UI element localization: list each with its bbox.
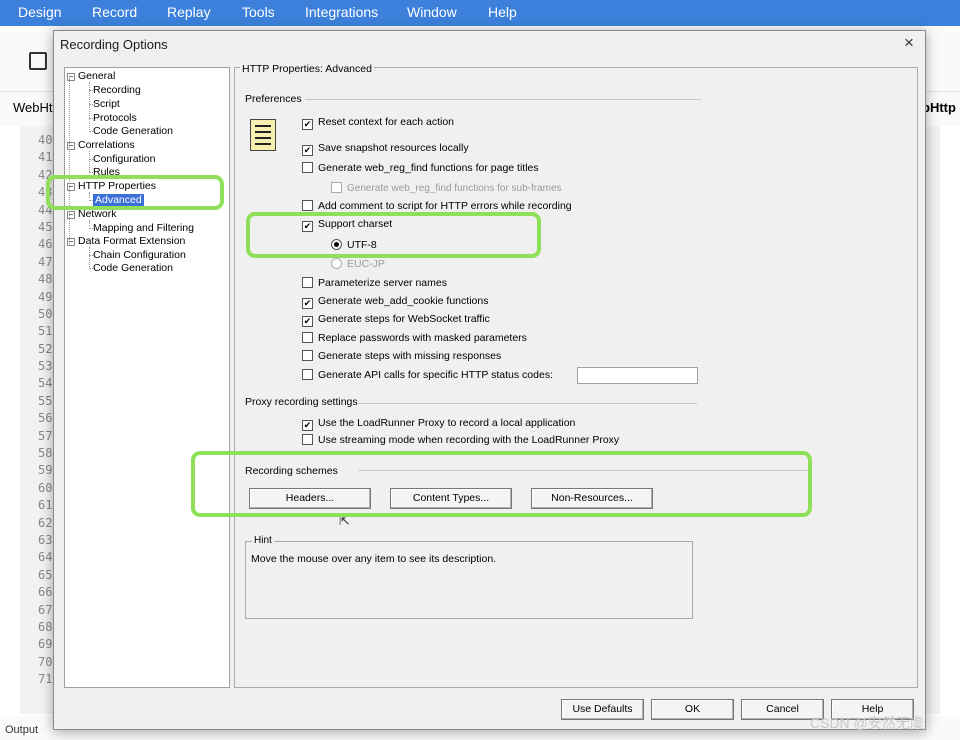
line-number: 56 xyxy=(38,411,53,426)
tree-item-mapping-filtering[interactable]: Mapping and Filtering xyxy=(93,222,194,234)
use-defaults-button[interactable]: Use Defaults xyxy=(561,699,644,720)
dialog-title: Recording Options xyxy=(60,37,168,52)
checkbox[interactable] xyxy=(302,200,313,211)
line-number: 59 xyxy=(38,463,53,478)
editor-tab-left[interactable]: WebHt xyxy=(13,100,53,115)
menu-help[interactable]: Help xyxy=(488,4,517,20)
tree-item-data-format-extension[interactable]: − Data Format Extension xyxy=(67,235,185,247)
checkbox[interactable] xyxy=(302,277,313,288)
refresh-script-icon[interactable] xyxy=(29,52,47,70)
panel-title: HTTP Properties: Advanced xyxy=(240,63,374,75)
checkbox[interactable]: ✔ xyxy=(302,316,313,327)
menu-integrations[interactable]: Integrations xyxy=(305,4,378,20)
line-number: 45 xyxy=(38,219,53,234)
hint-text: Move the mouse over any item to see its … xyxy=(251,553,497,565)
hint-label: Hint xyxy=(252,535,274,546)
line-number: 58 xyxy=(38,446,53,461)
tree-item-code-generation-2[interactable]: Code Generation xyxy=(93,262,173,274)
line-numbers: 40 41 42 43 44 45 46 47 48 49 50 51 52 53 54 55 56 57 58 59… xyxy=(38,132,52,689)
radio-button xyxy=(331,258,342,269)
menu-design[interactable]: Design xyxy=(18,4,62,20)
status-codes-input[interactable] xyxy=(577,367,698,384)
checkbox[interactable] xyxy=(302,350,313,361)
option-missing-responses[interactable]: Generate steps with missing responses xyxy=(302,350,501,362)
line-number: 50 xyxy=(38,306,53,321)
line-number: 66 xyxy=(38,585,53,600)
checkbox[interactable]: ✔ xyxy=(302,145,313,156)
option-reset-context[interactable]: ✔ Reset context for each action xyxy=(302,116,454,130)
option-save-snapshot[interactable]: ✔ Save snapshot resources locally xyxy=(302,142,469,156)
line-number: 70 xyxy=(38,654,53,669)
line-number: 41 xyxy=(38,150,53,165)
option-add-cookie[interactable]: ✔ Generate web_add_cookie functions xyxy=(302,295,488,309)
preferences-checklist-icon xyxy=(250,119,276,151)
highlight-recording-schemes xyxy=(191,451,812,517)
line-number: 51 xyxy=(38,324,53,339)
checkbox[interactable]: ✔ xyxy=(302,298,313,309)
menu-tools[interactable]: Tools xyxy=(242,4,275,20)
line-number: 71 xyxy=(38,672,53,687)
line-number: 40 xyxy=(38,133,53,147)
line-number: 67 xyxy=(38,602,53,617)
line-number: 68 xyxy=(38,619,53,634)
highlight-support-charset xyxy=(246,212,541,258)
checkbox[interactable]: ✔ xyxy=(302,420,313,431)
checkbox[interactable]: ✔ xyxy=(302,119,313,130)
checkbox[interactable] xyxy=(302,332,313,343)
menu-record[interactable]: Record xyxy=(92,4,137,20)
watermark: CSDN @安然无虞 xyxy=(810,715,924,731)
option-parameterize-servers[interactable]: Parameterize server names xyxy=(302,277,447,289)
line-number: 53 xyxy=(38,359,53,374)
proxy-heading: Proxy recording settings xyxy=(245,396,358,408)
line-number: 65 xyxy=(38,567,53,582)
line-number: 69 xyxy=(38,637,53,652)
tree-item-recording[interactable]: Recording xyxy=(93,84,141,96)
line-number: 54 xyxy=(38,376,53,391)
option-api-status-codes[interactable]: Generate API calls for specific HTTP sta… xyxy=(302,369,553,381)
line-number: 64 xyxy=(38,550,53,565)
option-websocket-steps[interactable]: ✔ Generate steps for WebSocket traffic xyxy=(302,313,490,327)
line-number: 62 xyxy=(38,515,53,530)
editor-tab-right[interactable]: bHttp xyxy=(922,100,956,115)
menu-replay[interactable]: Replay xyxy=(167,4,211,20)
tree-item-protocols[interactable]: Protocols xyxy=(93,112,137,124)
preferences-heading: Preferences xyxy=(245,93,302,105)
highlight-http-properties xyxy=(46,175,224,210)
output-label[interactable]: Output xyxy=(5,724,38,736)
line-number: 55 xyxy=(38,393,53,408)
option-use-proxy[interactable]: ✔ Use the LoadRunner Proxy to record a lo… xyxy=(302,417,575,431)
radio-euc-jp: EUC-JP xyxy=(331,258,385,270)
tree-item-script[interactable]: Script xyxy=(93,98,120,110)
checkbox[interactable] xyxy=(302,162,313,173)
tree-item-configuration[interactable]: Configuration xyxy=(93,153,155,165)
checkbox[interactable] xyxy=(302,434,313,445)
line-number: 47 xyxy=(38,254,53,269)
line-number: 63 xyxy=(38,532,53,547)
checkbox[interactable] xyxy=(302,369,313,380)
option-comment-http-errors[interactable]: Add comment to script for HTTP errors wh… xyxy=(302,200,572,212)
option-reg-find-subframes: Generate web_reg_find functions for sub-… xyxy=(331,182,562,194)
line-number: 52 xyxy=(38,341,53,356)
line-number: 61 xyxy=(38,498,53,513)
line-number: 46 xyxy=(38,237,53,252)
option-streaming-mode[interactable]: Use streaming mode when recording with t… xyxy=(302,434,619,446)
tree-item-code-generation[interactable]: Code Generation xyxy=(93,125,173,137)
menu-bar: Design Record Replay Tools Integrations … xyxy=(0,0,960,26)
line-number: 57 xyxy=(38,428,53,443)
option-mask-passwords[interactable]: Replace passwords with masked parameters xyxy=(302,332,527,344)
line-number: 60 xyxy=(38,480,53,495)
option-reg-find-titles[interactable]: Generate web_reg_find functions for page… xyxy=(302,162,539,174)
tree-item-general[interactable]: − General xyxy=(67,70,115,82)
options-tree: − General Recording Script Protocols Code… xyxy=(64,67,230,688)
close-icon[interactable]: × xyxy=(904,33,914,53)
line-number: 48 xyxy=(38,272,53,287)
tree-item-correlations[interactable]: − Correlations xyxy=(67,139,135,151)
checkbox xyxy=(331,182,342,193)
line-number: 49 xyxy=(38,289,53,304)
ok-button[interactable]: OK xyxy=(651,699,734,720)
menu-window[interactable]: Window xyxy=(407,4,457,20)
tree-item-chain-configuration[interactable]: Chain Configuration xyxy=(93,249,186,261)
